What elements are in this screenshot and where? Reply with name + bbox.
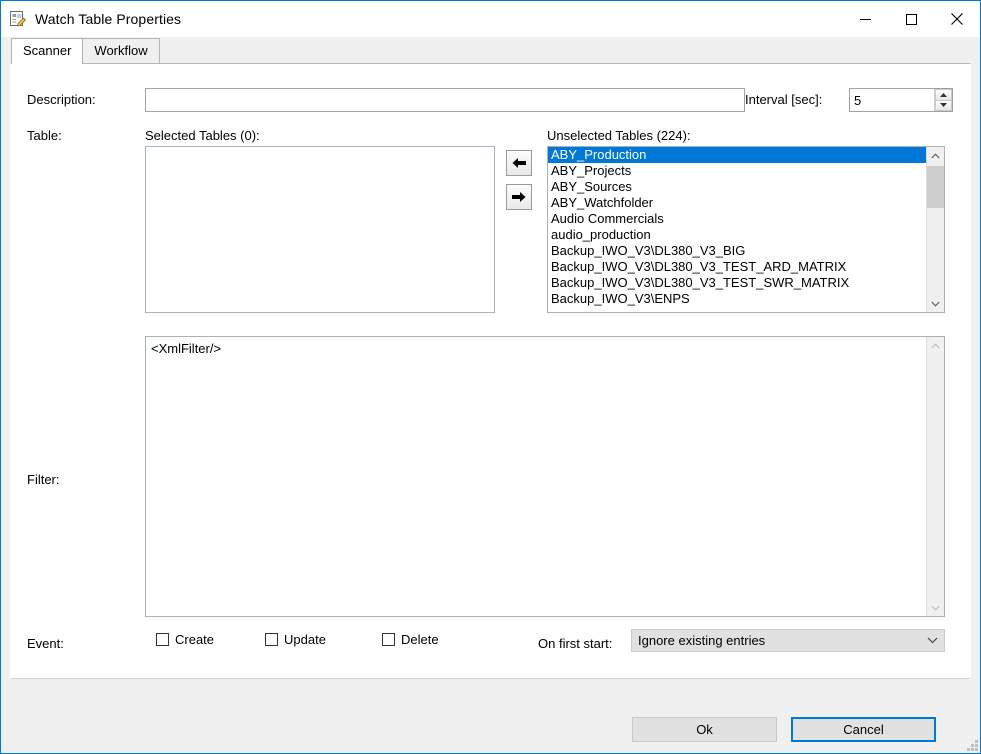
list-item[interactable]: Backup_IWO_V3\DL380_V3_BIG xyxy=(548,243,926,259)
event-checkbox-delete[interactable]: Delete xyxy=(382,632,439,647)
ok-button[interactable]: Ok xyxy=(632,717,777,742)
list-item[interactable]: ABY_Production xyxy=(548,147,926,163)
checkbox-update-label: Update xyxy=(284,632,326,647)
filter-scroll-up-icon[interactable] xyxy=(927,337,944,354)
list-item[interactable]: Backup_IWO_V3\DL380_V3_TEST_SWR_MATRIX xyxy=(548,275,926,291)
on-first-start-combobox[interactable]: Ignore existing entries xyxy=(631,629,945,652)
window-controls xyxy=(842,1,980,37)
cancel-button-label: Cancel xyxy=(843,722,883,737)
event-label: Event: xyxy=(27,636,64,651)
move-to-unselected-button[interactable] xyxy=(506,184,532,210)
list-item[interactable]: Backup_IWO_V3\ENPS xyxy=(548,291,926,307)
unselected-tables-items: ABY_ProductionABY_ProjectsABY_SourcesABY… xyxy=(548,147,926,312)
scrollbar-thumb[interactable] xyxy=(927,166,944,208)
unselected-tables-listbox[interactable]: ABY_ProductionABY_ProjectsABY_SourcesABY… xyxy=(547,146,945,313)
interval-input[interactable] xyxy=(850,89,934,111)
event-checkbox-create[interactable]: Create xyxy=(156,632,214,647)
checkbox-create-box[interactable] xyxy=(156,633,169,646)
filter-textarea[interactable] xyxy=(146,337,926,616)
ok-button-label: Ok xyxy=(696,722,713,737)
table-edit-icon xyxy=(9,10,27,28)
list-item[interactable]: Audio Commercials xyxy=(548,211,926,227)
scrollbar-track[interactable] xyxy=(927,164,944,295)
filter-scrollbar-track[interactable] xyxy=(927,354,944,599)
description-label: Description: xyxy=(27,92,96,107)
checkbox-create-label: Create xyxy=(175,632,214,647)
resize-grip-icon[interactable] xyxy=(964,737,978,751)
selected-tables-listbox[interactable] xyxy=(145,146,495,313)
description-input[interactable] xyxy=(145,88,745,112)
list-item[interactable]: ABY_Sources xyxy=(548,179,926,195)
list-item[interactable]: ABY_Projects xyxy=(548,163,926,179)
filter-scrollbar[interactable] xyxy=(926,337,944,616)
checkbox-update-box[interactable] xyxy=(265,633,278,646)
window-title: Watch Table Properties xyxy=(35,11,181,27)
unselected-tables-scrollbar[interactable] xyxy=(926,147,944,312)
interval-increment-button[interactable] xyxy=(935,89,952,100)
checkbox-delete-box[interactable] xyxy=(382,633,395,646)
arrow-left-icon xyxy=(511,157,527,169)
list-item[interactable]: audio_production xyxy=(548,227,926,243)
list-item[interactable]: Backup_IWO_V3\DL380_V3_TEST_ARD_MATRIX xyxy=(548,259,926,275)
maximize-button[interactable] xyxy=(888,1,934,37)
selected-tables-items xyxy=(146,147,494,312)
event-checkbox-update[interactable]: Update xyxy=(265,632,326,647)
unselected-tables-header: Unselected Tables (224): xyxy=(547,128,691,143)
tab-scanner-label: Scanner xyxy=(23,43,71,58)
tab-workflow[interactable]: Workflow xyxy=(82,38,159,63)
interval-decrement-button[interactable] xyxy=(935,100,952,112)
filter-scroll-down-icon[interactable] xyxy=(927,599,944,616)
tab-workflow-label: Workflow xyxy=(94,43,147,58)
checkbox-delete-label: Delete xyxy=(401,632,439,647)
move-to-selected-button[interactable] xyxy=(506,150,532,176)
tab-strip: Scanner Workflow xyxy=(1,37,980,63)
filter-label: Filter: xyxy=(27,472,60,487)
interval-label: Interval [sec]: xyxy=(745,92,822,107)
minimize-button[interactable] xyxy=(842,1,888,37)
scroll-up-icon[interactable] xyxy=(927,147,944,164)
on-first-start-label: On first start: xyxy=(538,636,612,651)
scroll-down-icon[interactable] xyxy=(927,295,944,312)
selected-tables-header: Selected Tables (0): xyxy=(145,128,260,143)
list-item[interactable]: ABY_Watchfolder xyxy=(548,195,926,211)
dialog-window: Watch Table Properties Scanner Workflow … xyxy=(0,0,981,754)
interval-spin-buttons xyxy=(934,89,952,111)
dialog-footer: Ok Cancel xyxy=(1,679,980,753)
tab-scanner[interactable]: Scanner xyxy=(11,38,83,64)
title-bar: Watch Table Properties xyxy=(1,1,980,37)
close-button[interactable] xyxy=(934,1,980,37)
table-label: Table: xyxy=(27,128,62,143)
chevron-down-icon[interactable] xyxy=(920,637,944,644)
interval-spinner[interactable] xyxy=(849,88,953,112)
arrow-right-icon xyxy=(511,191,527,203)
on-first-start-value: Ignore existing entries xyxy=(632,633,920,648)
cancel-button[interactable]: Cancel xyxy=(791,717,936,742)
filter-editor[interactable] xyxy=(145,336,945,617)
scanner-tab-panel: Description: Interval [sec]: Table: Sele xyxy=(10,63,971,679)
